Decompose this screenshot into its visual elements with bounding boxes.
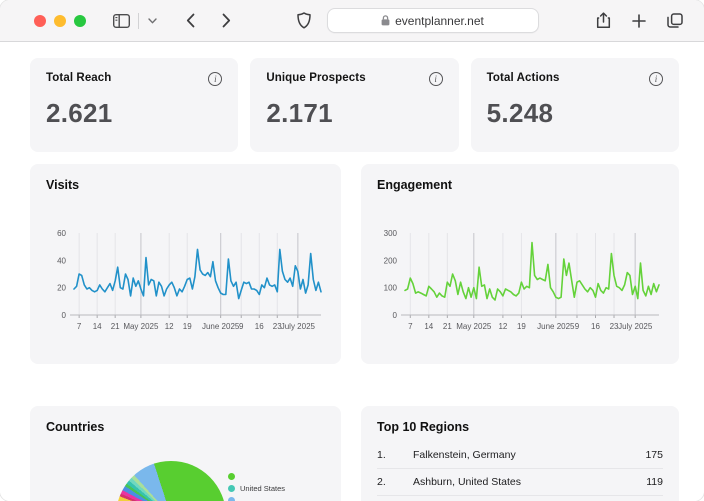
svg-text:9: 9	[239, 322, 244, 331]
chevron-down-icon	[147, 17, 157, 23]
stat-value: 5.248	[486, 98, 554, 128]
stat-card-total-actions: Total Actions i 5.248	[470, 58, 679, 152]
legend-item	[228, 472, 285, 480]
svg-text:July 2025: July 2025	[281, 322, 316, 331]
svg-text:May 2025: May 2025	[456, 322, 492, 331]
stat-value: 2.621	[46, 98, 113, 128]
lock-icon	[381, 15, 390, 26]
svg-text:7: 7	[408, 322, 413, 331]
svg-text:40: 40	[57, 256, 66, 265]
tabs-icon	[667, 13, 683, 28]
dashboard-page: Total Reach i 2.621 Unique Prospects i 2…	[0, 42, 704, 501]
stats-row: Total Reach i 2.621 Unique Prospects i 2…	[30, 58, 679, 152]
svg-text:9: 9	[575, 322, 580, 331]
card-title: Countries	[46, 420, 105, 434]
svg-text:12: 12	[498, 322, 507, 331]
privacy-report-button[interactable]	[291, 9, 317, 33]
table-row: 3. Oud-Turnhout, Belgium 83	[377, 496, 663, 501]
close-window-button[interactable]	[34, 14, 46, 27]
svg-text:14: 14	[93, 322, 102, 331]
address-bar[interactable]: eventplanner.net	[326, 8, 539, 33]
pie-legend: United States	[228, 472, 285, 501]
svg-text:20: 20	[57, 284, 66, 293]
svg-text:60: 60	[57, 229, 66, 238]
engagement-line-chart: 7 14 21 May 2025 12 19 June 2025 9 16 23 July 2025…	[377, 223, 663, 350]
toolbar-divider	[138, 12, 139, 29]
svg-text:100: 100	[384, 284, 398, 293]
sidebar-menu-button[interactable]	[143, 9, 161, 33]
top-regions-card: Top 10 Regions 1. Falkenstein, Germany 1…	[361, 406, 679, 501]
svg-text:16: 16	[591, 322, 600, 331]
forward-button[interactable]	[213, 9, 239, 33]
new-tab-button[interactable]	[626, 9, 652, 33]
region-rank: 2.	[377, 476, 386, 488]
region-value: 119	[646, 476, 663, 488]
svg-text:May 2025: May 2025	[123, 322, 159, 331]
regions-table: 1. Falkenstein, Germany 175 2. Ashburn, …	[377, 442, 663, 501]
region-name: Falkenstein, Germany	[413, 449, 516, 461]
tab-overview-button[interactable]	[662, 9, 688, 33]
chart-title: Visits	[46, 178, 80, 192]
charts-row: Visits 7 14 21 May 2025 12 19 June 2025 9 16 23 Ju…	[30, 164, 679, 364]
share-icon	[596, 12, 610, 29]
back-button[interactable]	[177, 9, 203, 33]
svg-text:July 2025: July 2025	[618, 322, 653, 331]
stat-label: Total Reach	[46, 72, 112, 84]
svg-text:0: 0	[62, 311, 67, 320]
svg-text:300: 300	[384, 229, 398, 238]
shield-icon	[296, 12, 311, 29]
stat-card-total-reach: Total Reach i 2.621	[30, 58, 239, 152]
info-icon[interactable]: i	[428, 72, 443, 86]
svg-text:June 2025: June 2025	[202, 322, 240, 331]
sidebar-toggle-button[interactable]	[108, 9, 134, 33]
traffic-lights	[34, 14, 86, 27]
svg-text:21: 21	[443, 322, 452, 331]
svg-text:0: 0	[393, 311, 398, 320]
engagement-chart-card: Engagement 7 14 21 May 2025 12 19 June 2025 9 16…	[361, 164, 679, 364]
info-icon[interactable]: i	[648, 72, 663, 86]
plus-icon	[632, 13, 646, 28]
legend-item: United States	[228, 483, 286, 493]
browser-toolbar: eventplanner.net	[0, 0, 704, 42]
bottom-row: Countries United States Top 10 Regions 1…	[30, 406, 679, 501]
region-value: 175	[645, 449, 663, 461]
stat-card-unique-prospects: Unique Prospects i 2.171	[250, 58, 459, 152]
legend-dot	[228, 484, 235, 492]
svg-text:June 2025: June 2025	[537, 322, 575, 331]
browser-window: eventplanner.net Total Reach i 2.621 Uni…	[0, 0, 704, 501]
info-icon[interactable]: i	[208, 72, 223, 86]
svg-text:12: 12	[165, 322, 174, 331]
svg-text:7: 7	[77, 322, 82, 331]
sidebar-icon	[112, 13, 130, 28]
stat-label: Unique Prospects	[266, 72, 366, 84]
share-button[interactable]	[590, 9, 616, 33]
svg-text:19: 19	[183, 322, 192, 331]
region-rank: 1.	[377, 449, 386, 461]
chevron-left-icon	[186, 13, 194, 28]
svg-text:21: 21	[111, 322, 120, 331]
minimize-window-button[interactable]	[54, 14, 66, 27]
stat-label: Total Actions	[486, 72, 560, 84]
url-text: eventplanner.net	[395, 13, 484, 28]
svg-text:200: 200	[384, 256, 398, 265]
legend-label: United States	[240, 483, 286, 493]
stat-value: 2.171	[266, 98, 333, 128]
legend-dot	[228, 496, 235, 501]
svg-text:14: 14	[424, 322, 433, 331]
table-row: 1. Falkenstein, Germany 175	[377, 442, 663, 469]
svg-text:19: 19	[517, 322, 526, 331]
region-name: Ashburn, United States	[413, 476, 521, 488]
countries-card: Countries United States	[30, 406, 341, 501]
countries-pie-chart	[116, 461, 226, 501]
table-row: 2. Ashburn, United States 119	[377, 469, 663, 496]
chart-title: Engagement	[377, 178, 453, 192]
svg-text:16: 16	[255, 322, 264, 331]
card-title: Top 10 Regions	[377, 420, 470, 434]
legend-dot	[228, 472, 235, 480]
legend-item	[228, 496, 285, 501]
visits-chart-card: Visits 7 14 21 May 2025 12 19 June 2025 9 16 23 Ju…	[30, 164, 341, 364]
chevron-right-icon	[222, 13, 230, 28]
zoom-window-button[interactable]	[74, 14, 86, 27]
visits-line-chart: 7 14 21 May 2025 12 19 June 2025 9 16 23 July 2025…	[46, 223, 325, 350]
